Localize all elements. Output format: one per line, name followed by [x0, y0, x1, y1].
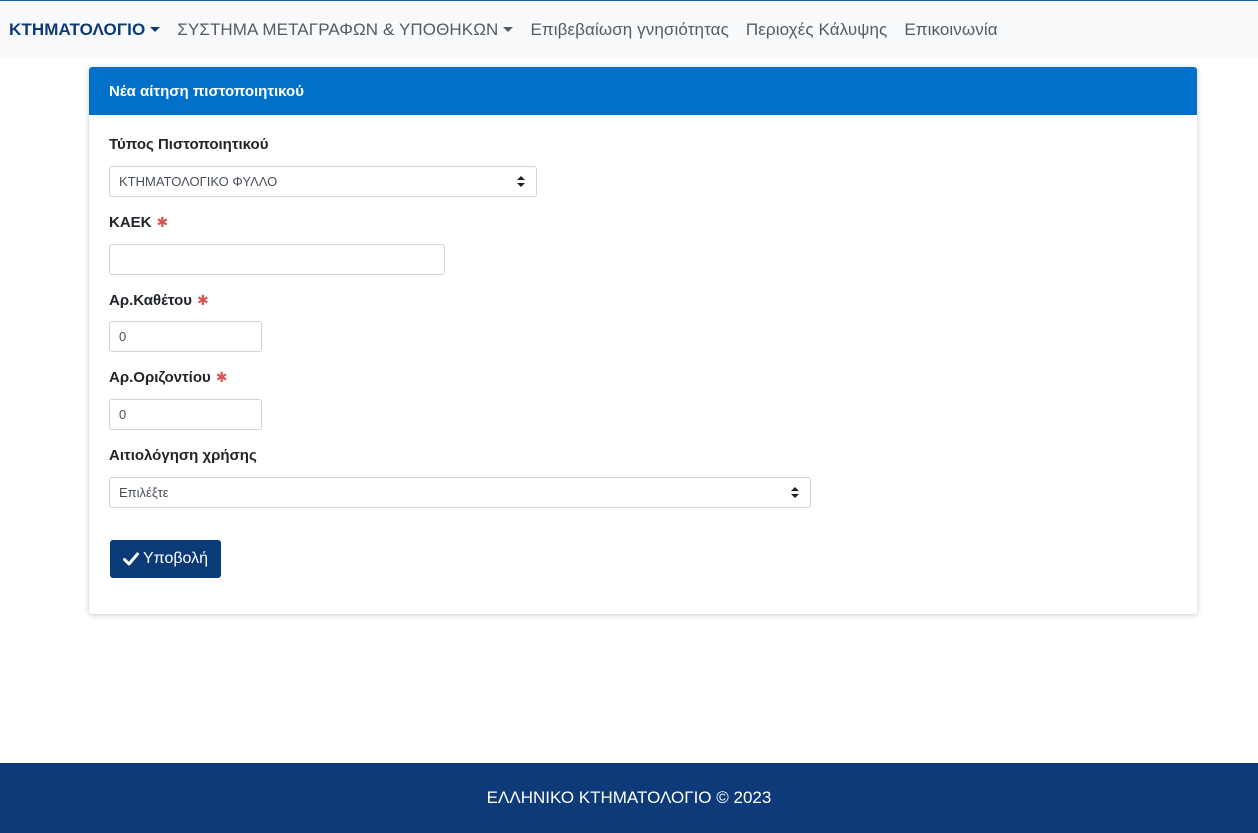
certificate-type-selected: ΚΤΗΜΑΤΟΛΟΓΙΚΟ ΦΥΛΛΟ [119, 174, 278, 189]
caret-down-icon [503, 27, 514, 32]
submit-button[interactable]: Υποβολή [110, 540, 221, 578]
nav-item-verification[interactable]: Επιβεβαίωση γνησιότητας [530, 20, 728, 40]
nav-item-label: ΣΥΣΤΗΜΑ ΜΕΤΑΓΡΑΦΩΝ & ΥΠΟΘΗΚΩΝ [177, 19, 499, 39]
vertical-number-label: Αρ.Καθέτου ✱ [109, 292, 209, 309]
nav-item-coverage[interactable]: Περιοχές Κάλυψης [746, 20, 887, 40]
check-icon [122, 552, 139, 566]
vertical-number-input[interactable] [109, 321, 262, 352]
certificate-type-label: Τύπος Πιστοποιητικού [109, 136, 268, 153]
card-title: Νέα αίτηση πιστοποιητικού [89, 67, 1197, 115]
nav-item-metagrafes[interactable]: ΣΥΣΤΗΜΑ ΜΕΤΑΓΡΑΦΩΝ & ΥΠΟΘΗΚΩΝ [177, 19, 514, 40]
certificate-type-label-text: Τύπος Πιστοποιητικού [109, 136, 269, 153]
nav-item-label: Περιοχές Κάλυψης [745, 19, 888, 39]
usage-reason-selected: Επιλέξτε [119, 485, 169, 500]
required-asterisk-icon: ✱ [156, 214, 169, 230]
footer: ΕΛΛΗΝΙΚΟ ΚΤΗΜΑΤΟΛΟΓΙΟ © 2023 [0, 763, 1258, 833]
usage-reason-label-text: Αιτιολόγηση χρήσης [109, 447, 257, 464]
kaek-label-text: ΚΑΕΚ [109, 214, 152, 231]
top-navbar: ΚΤΗΜΑΤΟΛΟΓΙΟ ΣΥΣΤΗΜΑ ΜΕΤΑΓΡΑΦΩΝ & ΥΠΟΘΗΚ… [0, 0, 1258, 58]
horizontal-number-label: Αρ.Οριζοντίου ✱ [109, 369, 227, 386]
horizontal-number-input[interactable] [109, 399, 262, 430]
nav-item-contact[interactable]: Επικοινωνία [904, 20, 997, 40]
select-arrows-icon [517, 176, 525, 188]
nav-item-label: ΚΤΗΜΑΤΟΛΟΓΙΟ [9, 19, 146, 39]
horizontal-number-label-text: Αρ.Οριζοντίου [109, 369, 211, 386]
select-arrows-icon [791, 487, 799, 499]
vertical-number-label-text: Αρ.Καθέτου [109, 292, 193, 309]
usage-reason-label: Αιτιολόγηση χρήσης [109, 447, 257, 464]
certificate-type-select[interactable]: ΚΤΗΜΑΤΟΛΟΓΙΚΟ ΦΥΛΛΟ [109, 166, 537, 197]
footer-text: ΕΛΛΗΝΙΚΟ ΚΤΗΜΑΤΟΛΟΓΙΟ © 2023 [486, 788, 772, 807]
required-asterisk-icon: ✱ [197, 292, 209, 308]
nav-item-label: Επιβεβαίωση γνησιότητας [530, 19, 729, 39]
usage-reason-select[interactable]: Επιλέξτε [109, 477, 811, 508]
kaek-label: ΚΑΕΚ ✱ [109, 214, 168, 231]
nav-item-label: Επικοινωνία [904, 19, 998, 39]
caret-down-icon [150, 27, 161, 32]
submit-label: Υποβολή [142, 550, 209, 567]
kaek-input[interactable] [109, 244, 445, 275]
nav-item-ktimatologio[interactable]: ΚΤΗΜΑΤΟΛΟΓΙΟ [9, 19, 161, 40]
required-asterisk-icon: ✱ [215, 369, 228, 385]
certificate-request-card: Νέα αίτηση πιστοποιητικού Τύπος Πιστοποι… [89, 67, 1197, 614]
